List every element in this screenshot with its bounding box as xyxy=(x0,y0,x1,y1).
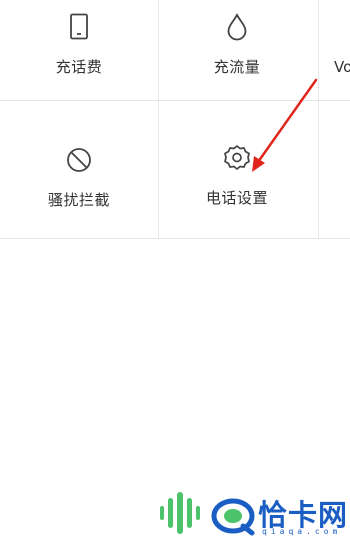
watermark-bars-icon xyxy=(160,492,200,534)
watermark-logo-icon xyxy=(211,498,255,536)
watermark: 恰卡网 qiaqa.com xyxy=(0,240,350,536)
watermark-url: qiaqa.com xyxy=(262,527,342,536)
